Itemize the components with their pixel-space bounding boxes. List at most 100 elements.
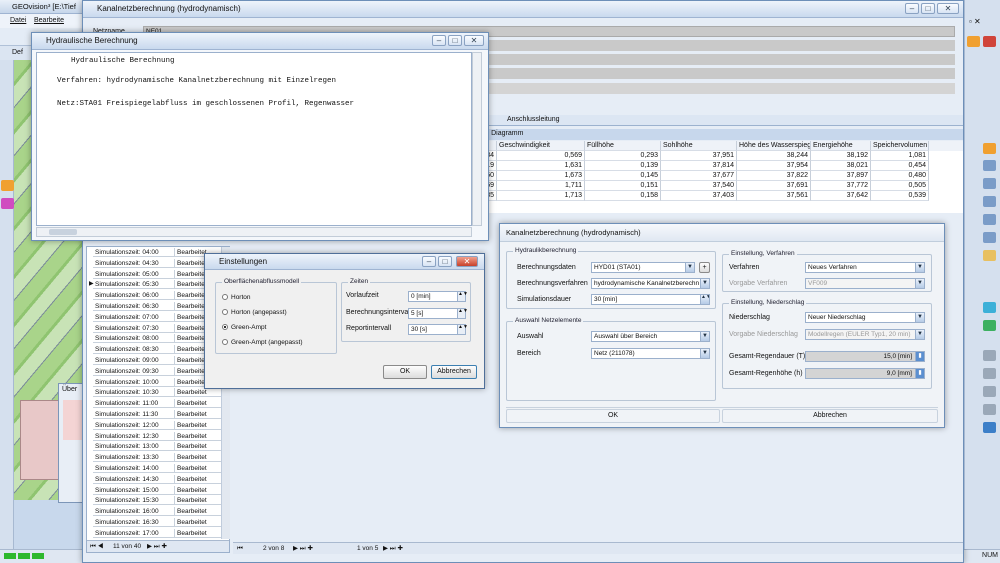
auswahl-select[interactable]: Auswahl über Bereich ▼ <box>591 331 710 342</box>
layer-tool-icon[interactable] <box>1 198 14 209</box>
table-row[interactable]: 19 1,631 0,139 37,814 37,954 38,021 0,454 <box>481 161 963 171</box>
list-item[interactable]: Simulationszeit: 06:00 Bearbeitet <box>87 291 221 301</box>
close-icon[interactable]: ✕ <box>937 3 959 14</box>
chevron-down-icon[interactable]: ▼ <box>700 349 709 358</box>
list-item[interactable]: Simulationszeit: 05:30 Bearbeitet ▶ <box>87 280 221 290</box>
einst-close-icon[interactable]: ✕ <box>456 256 478 267</box>
menu-datei[interactable]: Datei <box>10 17 26 24</box>
nav-first-icon[interactable]: ⏮ <box>237 543 243 555</box>
chevron-down-icon[interactable]: ▼ <box>700 332 709 341</box>
dauer-input[interactable]: 30 [min] ▲▼ <box>591 294 710 305</box>
list-item[interactable]: Simulationszeit: 11:00 Bearbeitet <box>87 399 221 409</box>
edit-icon[interactable] <box>983 302 996 313</box>
chevron-down-icon[interactable]: ▼ <box>700 279 709 288</box>
intervall-spin-icon[interactable]: ▲▼ <box>457 309 468 318</box>
list-item[interactable]: Simulationszeit: 09:00 Bearbeitet <box>87 356 221 365</box>
tool-red-icon[interactable] <box>983 36 996 47</box>
einst-minimize-icon[interactable]: – <box>422 256 436 267</box>
list-item[interactable]: Simulationszeit: 16:00 Bearbeitet <box>87 507 221 517</box>
radio-green-ampt-indicator[interactable] <box>222 324 228 330</box>
hyd-hscroll-thumb[interactable] <box>49 229 77 235</box>
einst-ok-button[interactable]: OK <box>383 365 427 379</box>
list-item[interactable]: Simulationszeit: 15:30 Bearbeitet <box>87 496 221 506</box>
list-item[interactable]: Simulationszeit: 13:00 Bearbeitet <box>87 442 221 452</box>
hyd-vscroll[interactable] <box>472 52 482 226</box>
nav-right-icons[interactable]: ▶ ⏭ ✚ <box>383 543 403 555</box>
info-icon[interactable] <box>983 232 996 243</box>
list-item[interactable]: Simulationszeit: 12:00 Bearbeitet <box>87 420 221 430</box>
report-spin-icon[interactable]: ▲▼ <box>457 325 468 334</box>
help-icon[interactable] <box>983 422 996 433</box>
list-item[interactable]: Simulationszeit: 17:00 Bearbeitet <box>87 528 221 538</box>
hydraulic-text-area[interactable]: Hydraulische Berechnung Verfahren: hydro… <box>36 52 472 226</box>
verf-select[interactable]: Neues Verfahren ▼ <box>805 262 925 273</box>
cut-icon[interactable] <box>983 350 996 361</box>
vorlaufzeit-spin-icon[interactable]: ▲▼ <box>457 292 468 301</box>
radio-horton-angepasst-indicator[interactable] <box>222 309 228 315</box>
table-row[interactable]: 84 0,569 0,293 37,951 38,244 38,192 1,081 <box>481 151 963 161</box>
paste-icon[interactable] <box>983 386 996 397</box>
chevron-down-icon[interactable]: ▼ <box>915 263 924 272</box>
select-tool-icon[interactable] <box>1 180 14 191</box>
kanal-cancel-button[interactable]: Abbrechen <box>722 409 938 423</box>
list-item[interactable]: Simulationszeit: 14:00 Bearbeitet <box>87 464 221 473</box>
radio-green-ampt[interactable]: Green-Ampt <box>222 324 266 331</box>
radio-horton-indicator[interactable] <box>222 294 228 300</box>
zoom-tool-icon[interactable] <box>983 143 996 154</box>
zoom-in-icon[interactable] <box>983 160 996 171</box>
hyd-close-icon[interactable]: ✕ <box>464 35 484 46</box>
list-item[interactable]: Simulationszeit: 13:30 Bearbeitet <box>87 453 221 463</box>
maximize-icon[interactable]: □ <box>921 3 935 14</box>
verfahren-select[interactable]: hydrodynamische Kanalnetzberechn ▼ <box>591 278 710 289</box>
list-item[interactable]: Simulationszeit: 06:30 Bearbeitet <box>87 302 221 311</box>
sim-nav-first-icon[interactable]: ⏮ ◀ <box>90 541 103 553</box>
list-item[interactable]: Simulationszeit: 04:00 Bearbeitet <box>87 248 221 257</box>
sim-nav-next-icon[interactable]: ▶ ⏭ ✚ <box>147 541 167 553</box>
list-item[interactable]: Simulationszeit: 05:00 Bearbeitet <box>87 269 221 279</box>
list-item[interactable]: Simulationszeit: 09:30 Bearbeitet <box>87 366 221 376</box>
berechnungsdaten-select[interactable]: HYD01 (STA01) ▼ <box>591 262 695 273</box>
settings-icon[interactable] <box>983 404 996 415</box>
window-controls[interactable]: ▫ ✕ <box>969 17 997 27</box>
list-item[interactable]: Simulationszeit: 11:30 Bearbeitet <box>87 410 221 419</box>
calc-icon[interactable]: ▮ <box>915 369 924 378</box>
nied-select[interactable]: Neuer Niederschlag ▼ <box>805 312 925 323</box>
tab-anschlussleitung[interactable]: Anschlussleitung <box>507 116 560 123</box>
list-item[interactable]: Simulationszeit: 08:00 Bearbeitet <box>87 334 221 344</box>
copy-icon[interactable] <box>983 368 996 379</box>
hand-icon[interactable] <box>983 250 996 261</box>
chevron-down-icon[interactable]: ▼ <box>685 263 694 272</box>
hyd-maximize-icon[interactable]: □ <box>448 35 462 46</box>
bereich-select[interactable]: Netz (211078) ▼ <box>591 348 710 359</box>
list-item[interactable]: Simulationszeit: 07:00 Bearbeitet <box>87 312 221 322</box>
list-item[interactable]: Simulationszeit: 16:30 Bearbeitet <box>87 518 221 527</box>
list-item[interactable]: Simulationszeit: 07:30 Bearbeitet <box>87 323 221 333</box>
tool-orange-icon[interactable] <box>967 36 980 47</box>
radio-green-ampt-angepasst-indicator[interactable] <box>222 339 228 345</box>
radio-horton-angepasst[interactable]: Horton (angepasst) <box>222 309 287 316</box>
measure-icon[interactable] <box>983 214 996 225</box>
list-item[interactable]: Simulationszeit: 12:30 Bearbeitet <box>87 431 221 441</box>
chevron-down-icon[interactable]: ▼ <box>915 313 924 322</box>
nav-next-icon[interactable]: ▶ ⏭ ✚ <box>293 543 313 555</box>
einst-cancel-button[interactable]: Abbrechen <box>431 365 477 379</box>
list-item[interactable]: Simulationszeit: 14:30 Bearbeitet <box>87 474 221 484</box>
hyd-minimize-icon[interactable]: – <box>432 35 446 46</box>
einst-maximize-icon[interactable]: □ <box>438 256 452 267</box>
table-row[interactable]: 59 1,711 0,151 37,540 37,691 37,772 0,505 <box>481 181 963 191</box>
hyd-hscroll[interactable] <box>36 227 472 237</box>
list-item[interactable]: Simulationszeit: 15:00 Bearbeitet <box>87 485 221 495</box>
table-row[interactable]: 50 1,673 0,145 37,677 37,822 37,897 0,480 <box>481 171 963 181</box>
tab-def[interactable]: Def <box>12 49 23 56</box>
radio-horton[interactable]: Horton <box>222 294 251 301</box>
zoom-out-icon[interactable] <box>983 178 996 189</box>
radio-green-ampt-angepasst[interactable]: Green-Ampt (angepasst) <box>222 339 303 346</box>
list-item[interactable]: Simulationszeit: 04:30 Bearbeitet <box>87 258 221 268</box>
list-item[interactable]: Simulationszeit: 08:30 Bearbeitet <box>87 345 221 355</box>
list-item[interactable]: Simulationszeit: 10:00 Bearbeitet <box>87 377 221 387</box>
spin-icon[interactable]: ▲▼ <box>700 295 709 304</box>
kanal-ok-button[interactable]: OK <box>506 409 720 423</box>
list-item[interactable]: Simulationszeit: 10:30 Bearbeitet <box>87 388 221 398</box>
calc-icon[interactable]: ▮ <box>915 352 924 361</box>
menu-bearbeiten[interactable]: Bearbeite <box>34 17 64 24</box>
